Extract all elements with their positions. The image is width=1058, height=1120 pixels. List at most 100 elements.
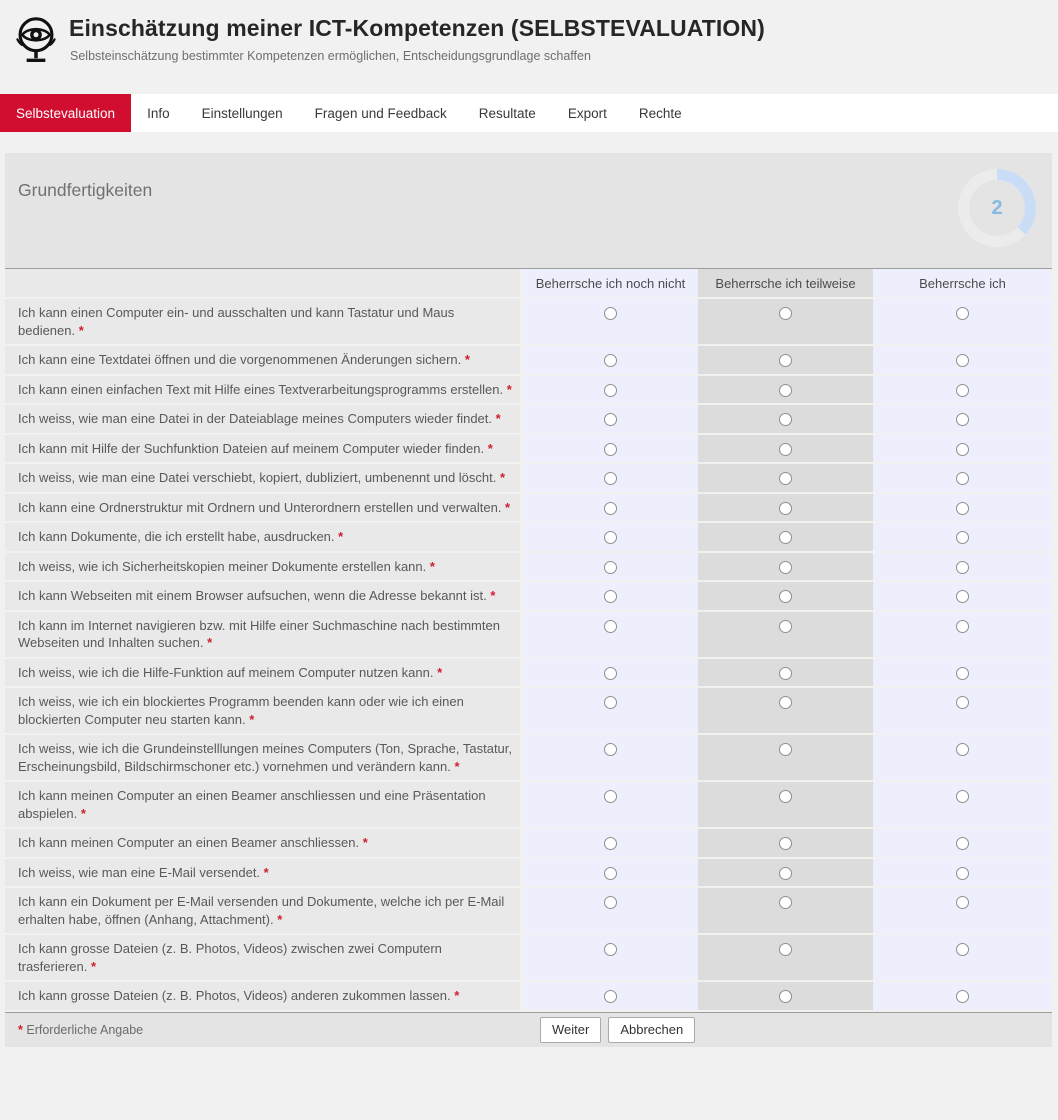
nav-tab-einstellungen[interactable]: Einstellungen [186,94,299,132]
column-header-beherrsche-ich: Beherrsche ich [873,269,1052,297]
radio-beherrsche-ich-teilweise[interactable] [779,790,792,803]
answer-cell-beherrsche-ich [873,782,1052,827]
table-row: Ich kann meinen Computer an einen Beamer… [5,829,1052,859]
radio-beherrsche-ich-teilweise[interactable] [779,590,792,603]
radio-beherrsche-ich[interactable] [956,990,969,1003]
answer-cell-beherrsche-ich-teilweise [698,553,873,581]
radio-beherrsche-ich-teilweise[interactable] [779,743,792,756]
radio-beherrsche-ich-noch-nicht[interactable] [604,354,617,367]
radio-beherrsche-ich[interactable] [956,472,969,485]
radio-beherrsche-ich[interactable] [956,696,969,709]
radio-beherrsche-ich-teilweise[interactable] [779,620,792,633]
table-row: Ich kann grosse Dateien (z. B. Photos, V… [5,982,1052,1012]
required-asterisk: * [277,912,282,927]
abbrechen-button[interactable]: Abbrechen [608,1017,695,1043]
page-title: Einschätzung meiner ICT-Kompetenzen (SEL… [69,15,765,42]
radio-beherrsche-ich-noch-nicht[interactable] [604,943,617,956]
radio-beherrsche-ich-teilweise[interactable] [779,502,792,515]
required-asterisk: * [505,500,510,515]
nav-tab-selbstevaluation[interactable]: Selbstevaluation [0,94,131,132]
radio-beherrsche-ich-teilweise[interactable] [779,696,792,709]
radio-beherrsche-ich[interactable] [956,667,969,680]
radio-beherrsche-ich-teilweise[interactable] [779,943,792,956]
radio-beherrsche-ich[interactable] [956,867,969,880]
nav-tab-info[interactable]: Info [131,94,186,132]
radio-beherrsche-ich-noch-nicht[interactable] [604,472,617,485]
radio-beherrsche-ich-noch-nicht[interactable] [604,990,617,1003]
radio-beherrsche-ich[interactable] [956,384,969,397]
nav-tab-resultate[interactable]: Resultate [463,94,552,132]
radio-beherrsche-ich-noch-nicht[interactable] [604,896,617,909]
radio-beherrsche-ich-noch-nicht[interactable] [604,743,617,756]
radio-beherrsche-ich-noch-nicht[interactable] [604,443,617,456]
table-row: Ich weiss, wie man eine E-Mail versendet… [5,859,1052,889]
answer-cell-beherrsche-ich [873,659,1052,687]
required-asterisk: * [465,352,470,367]
radio-beherrsche-ich[interactable] [956,837,969,850]
weiter-button[interactable]: Weiter [540,1017,601,1043]
radio-beherrsche-ich-teilweise[interactable] [779,896,792,909]
radio-beherrsche-ich-teilweise[interactable] [779,990,792,1003]
question-text: Ich kann eine Ordnerstruktur mit Ordnern… [5,494,523,522]
question-text: Ich weiss, wie ich ein blockiertes Progr… [5,688,523,733]
answer-cell-beherrsche-ich [873,612,1052,657]
radio-beherrsche-ich-noch-nicht[interactable] [604,413,617,426]
answer-cell-beherrsche-ich-noch-nicht [523,299,698,344]
nav-tab-rechte[interactable]: Rechte [623,94,698,132]
radio-beherrsche-ich-teilweise[interactable] [779,531,792,544]
radio-beherrsche-ich[interactable] [956,443,969,456]
radio-beherrsche-ich[interactable] [956,307,969,320]
radio-beherrsche-ich[interactable] [956,590,969,603]
radio-beherrsche-ich-teilweise[interactable] [779,307,792,320]
radio-beherrsche-ich-teilweise[interactable] [779,384,792,397]
radio-beherrsche-ich-noch-nicht[interactable] [604,531,617,544]
radio-beherrsche-ich-noch-nicht[interactable] [604,307,617,320]
radio-beherrsche-ich[interactable] [956,561,969,574]
required-asterisk: * [490,588,495,603]
radio-beherrsche-ich[interactable] [956,943,969,956]
radio-beherrsche-ich[interactable] [956,354,969,367]
table-row: Ich kann meinen Computer an einen Beamer… [5,782,1052,829]
radio-beherrsche-ich[interactable] [956,620,969,633]
required-asterisk: * [488,441,493,456]
radio-beherrsche-ich-teilweise[interactable] [779,472,792,485]
radio-beherrsche-ich-noch-nicht[interactable] [604,590,617,603]
nav-tab-fragen-und-feedback[interactable]: Fragen und Feedback [299,94,463,132]
required-asterisk: * [91,959,96,974]
radio-beherrsche-ich-noch-nicht[interactable] [604,620,617,633]
radio-beherrsche-ich-noch-nicht[interactable] [604,867,617,880]
answer-cell-beherrsche-ich [873,935,1052,980]
radio-beherrsche-ich-teilweise[interactable] [779,837,792,850]
required-asterisk: * [500,470,505,485]
answer-cell-beherrsche-ich [873,982,1052,1010]
radio-beherrsche-ich-noch-nicht[interactable] [604,837,617,850]
radio-beherrsche-ich[interactable] [956,531,969,544]
answer-cell-beherrsche-ich-teilweise [698,888,873,933]
answer-cell-beherrsche-ich-teilweise [698,299,873,344]
question-text: Ich kann einen einfachen Text mit Hilfe … [5,376,523,404]
radio-beherrsche-ich[interactable] [956,743,969,756]
radio-beherrsche-ich-noch-nicht[interactable] [604,384,617,397]
radio-beherrsche-ich-noch-nicht[interactable] [604,696,617,709]
answer-cell-beherrsche-ich-teilweise [698,612,873,657]
radio-beherrsche-ich[interactable] [956,790,969,803]
radio-beherrsche-ich-teilweise[interactable] [779,354,792,367]
radio-beherrsche-ich-teilweise[interactable] [779,443,792,456]
radio-beherrsche-ich-noch-nicht[interactable] [604,667,617,680]
answer-cell-beherrsche-ich-teilweise [698,982,873,1010]
table-row: Ich kann mit Hilfe der Suchfunktion Date… [5,435,1052,465]
radio-beherrsche-ich[interactable] [956,896,969,909]
nav-tab-export[interactable]: Export [552,94,623,132]
question-text: Ich kann Webseiten mit einem Browser auf… [5,582,523,610]
radio-beherrsche-ich[interactable] [956,502,969,515]
radio-beherrsche-ich-noch-nicht[interactable] [604,561,617,574]
radio-beherrsche-ich-noch-nicht[interactable] [604,502,617,515]
radio-beherrsche-ich[interactable] [956,413,969,426]
radio-beherrsche-ich-teilweise[interactable] [779,413,792,426]
answer-cell-beherrsche-ich [873,735,1052,780]
radio-beherrsche-ich-noch-nicht[interactable] [604,790,617,803]
answer-cell-beherrsche-ich [873,829,1052,857]
radio-beherrsche-ich-teilweise[interactable] [779,867,792,880]
radio-beherrsche-ich-teilweise[interactable] [779,667,792,680]
radio-beherrsche-ich-teilweise[interactable] [779,561,792,574]
